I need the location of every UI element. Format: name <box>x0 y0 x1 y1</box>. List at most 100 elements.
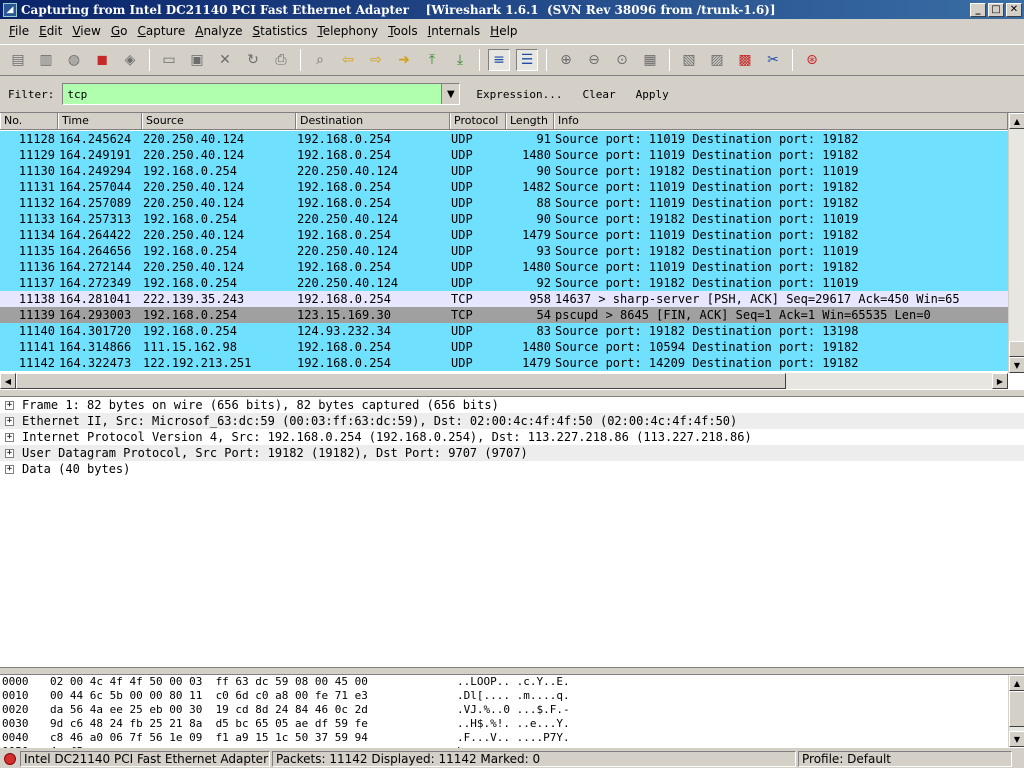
packet-row[interactable]: 11134 164.264422 220.250.40.124 192.168.0.2… <box>0 227 1008 243</box>
menu-edit[interactable]: Edit <box>34 24 67 38</box>
options-icon[interactable]: ▥ <box>35 49 57 71</box>
interfaces-icon[interactable]: ▤ <box>7 49 29 71</box>
clear-button[interactable]: Clear <box>578 88 619 101</box>
colorize-icon[interactable]: ≡ <box>488 49 510 71</box>
help-icon[interactable]: ⊛ <box>801 49 823 71</box>
resize-columns-icon[interactable]: ▦ <box>639 49 661 71</box>
last-icon[interactable]: ⤓ <box>449 49 471 71</box>
back-icon[interactable]: ⇦ <box>337 49 359 71</box>
packet-row[interactable]: 11140 164.301720 192.168.0.254 124.93.232.3… <box>0 323 1008 339</box>
forward-icon[interactable]: ⇨ <box>365 49 387 71</box>
bytes-vertical-scrollbar[interactable]: ▲ ▼ <box>1008 675 1024 747</box>
save-icon[interactable]: ▣ <box>186 49 208 71</box>
column-header-protocol[interactable]: Protocol <box>450 113 506 129</box>
scroll-up-arrow-icon[interactable]: ▲ <box>1009 113 1024 129</box>
expand-plus-icon[interactable]: + <box>5 432 14 442</box>
coloring-rules-icon[interactable]: ▩ <box>734 49 756 71</box>
print-icon[interactable]: ⎙ <box>270 49 292 71</box>
scroll-right-arrow-icon[interactable]: ▶ <box>992 373 1008 389</box>
packet-row[interactable]: 11142 164.322473 122.192.213.251 192.168.0.… <box>0 355 1008 371</box>
close-button[interactable]: ✕ <box>1006 2 1022 17</box>
column-header-no[interactable]: No. <box>0 113 58 129</box>
bytes-hex[interactable]: 9d c6 48 24 fb 25 21 8a d5 bc 65 05 ae d… <box>50 717 457 731</box>
column-header-source[interactable]: Source <box>142 113 296 129</box>
find-icon[interactable]: ⌕ <box>309 49 331 71</box>
scroll-down-arrow-icon[interactable]: ▼ <box>1009 731 1024 747</box>
reload-icon[interactable]: ↻ <box>242 49 264 71</box>
bytes-offset[interactable]: 0030 <box>0 717 50 731</box>
column-header-destination[interactable]: Destination <box>296 113 450 129</box>
scroll-left-arrow-icon[interactable]: ◀ <box>0 373 16 389</box>
first-icon[interactable]: ⤒ <box>421 49 443 71</box>
start-icon[interactable]: ◍ <box>63 49 85 71</box>
bytes-hex[interactable]: c8 46 a0 06 7f 56 1e 09 f1 a9 15 1c 50 3… <box>50 731 457 745</box>
packet-row[interactable]: 11138 164.281041 222.139.35.243 192.168.0.2… <box>0 291 1008 307</box>
bytes-ascii[interactable]: .F...V.. ....P7Y. <box>457 731 657 745</box>
restart-icon[interactable]: ◈ <box>119 49 141 71</box>
stop-icon[interactable]: ◼ <box>91 49 113 71</box>
bytes-ascii[interactable]: .Dl[.... .m....q. <box>457 689 657 703</box>
bytes-offset[interactable]: 0010 <box>0 689 50 703</box>
packet-row[interactable]: 11141 164.314866 111.15.162.98 192.168.0.25… <box>0 339 1008 355</box>
detail-tree-row[interactable]: + User Datagram Protocol, Src Port: 19182… <box>0 445 1024 461</box>
packet-row[interactable]: 11139 164.293003 192.168.0.254 123.15.169.3… <box>0 307 1008 323</box>
bytes-ascii[interactable]: .VJ.%..0 ...$.F.- <box>457 703 657 717</box>
bytes-hex[interactable]: 4c f5 <box>50 745 457 748</box>
filter-input[interactable] <box>63 84 442 104</box>
menu-analyze[interactable]: Analyze <box>190 24 247 38</box>
column-header-length[interactable]: Length <box>506 113 554 129</box>
minimize-button[interactable]: _ <box>970 2 986 17</box>
menu-view[interactable]: View <box>67 24 105 38</box>
menu-tools[interactable]: Tools <box>383 24 423 38</box>
expand-plus-icon[interactable]: + <box>5 464 14 474</box>
packet-row[interactable]: 11137 164.272349 192.168.0.254 220.250.40.1… <box>0 275 1008 291</box>
packet-list-horizontal-scrollbar[interactable]: ◀ ▶ <box>0 373 1008 389</box>
bytes-offset[interactable]: 0050 <box>0 745 50 748</box>
preferences-icon[interactable]: ✂ <box>762 49 784 71</box>
expand-plus-icon[interactable]: + <box>5 400 14 410</box>
display-filters-icon[interactable]: ▨ <box>706 49 728 71</box>
packet-row[interactable]: 11129 164.249191 220.250.40.124 192.168.0.2… <box>0 147 1008 163</box>
expand-plus-icon[interactable]: + <box>5 416 14 426</box>
bytes-offset[interactable]: 0000 <box>0 675 50 689</box>
scroll-up-arrow-icon[interactable]: ▲ <box>1009 675 1024 691</box>
bytes-hex[interactable]: 00 44 6c 5b 00 00 80 11 c0 6d c0 a8 00 f… <box>50 689 457 703</box>
goto-icon[interactable]: ➜ <box>393 49 415 71</box>
close-file-icon[interactable]: ✕ <box>214 49 236 71</box>
packet-row[interactable]: 11136 164.272144 220.250.40.124 192.168.0.2… <box>0 259 1008 275</box>
packet-row[interactable]: 11133 164.257313 192.168.0.254 220.250.40.1… <box>0 211 1008 227</box>
hscroll-thumb[interactable] <box>16 373 786 389</box>
column-header-info[interactable]: Info <box>554 113 1008 129</box>
zoom-normal-icon[interactable]: ⊙ <box>611 49 633 71</box>
bytes-offset[interactable]: 0040 <box>0 731 50 745</box>
bytes-hex[interactable]: 02 00 4c 4f 4f 50 00 03 ff 63 dc 59 08 0… <box>50 675 457 689</box>
expression-button[interactable]: Expression... <box>472 88 566 101</box>
menu-go[interactable]: Go <box>106 24 133 38</box>
scroll-down-arrow-icon[interactable]: ▼ <box>1009 357 1024 373</box>
detail-tree-row[interactable]: + Frame 1: 82 bytes on wire (656 bits), 8… <box>0 397 1024 413</box>
zoom-out-icon[interactable]: ⊖ <box>583 49 605 71</box>
apply-button[interactable]: Apply <box>632 88 673 101</box>
bytes-ascii[interactable]: ..LOOP.. .c.Y..E. <box>457 675 657 689</box>
packet-row[interactable]: 11132 164.257089 220.250.40.124 192.168.0.2… <box>0 195 1008 211</box>
column-header-time[interactable]: Time <box>58 113 142 129</box>
bytes-ascii[interactable]: L. <box>457 745 657 748</box>
packet-row[interactable]: 11128 164.245624 220.250.40.124 192.168.0.2… <box>0 131 1008 147</box>
bytes-ascii[interactable]: ..H$.%!. ..e...Y. <box>457 717 657 731</box>
menu-file[interactable]: File <box>4 24 34 38</box>
detail-tree-row[interactable]: + Internet Protocol Version 4, Src: 192.1… <box>0 429 1024 445</box>
menu-help[interactable]: Help <box>485 24 522 38</box>
scroll-thumb[interactable] <box>1009 691 1024 727</box>
menu-internals[interactable]: Internals <box>423 24 486 38</box>
detail-tree-row[interactable]: + Data (40 bytes) <box>0 461 1024 477</box>
packet-list-vertical-scrollbar[interactable]: ▲ ▼ <box>1008 113 1024 373</box>
capture-status-icon[interactable] <box>4 753 16 765</box>
menu-telephony[interactable]: Telephony <box>312 24 383 38</box>
expand-plus-icon[interactable]: + <box>5 448 14 458</box>
bytes-offset[interactable]: 0020 <box>0 703 50 717</box>
menu-capture[interactable]: Capture <box>132 24 190 38</box>
maximize-button[interactable]: □ <box>988 2 1004 17</box>
bytes-hex[interactable]: da 56 4a ee 25 eb 00 30 19 cd 8d 24 84 4… <box>50 703 457 717</box>
filter-dropdown-arrow-icon[interactable]: ▼ <box>441 84 460 104</box>
packet-row[interactable]: 11130 164.249294 192.168.0.254 220.250.40.1… <box>0 163 1008 179</box>
